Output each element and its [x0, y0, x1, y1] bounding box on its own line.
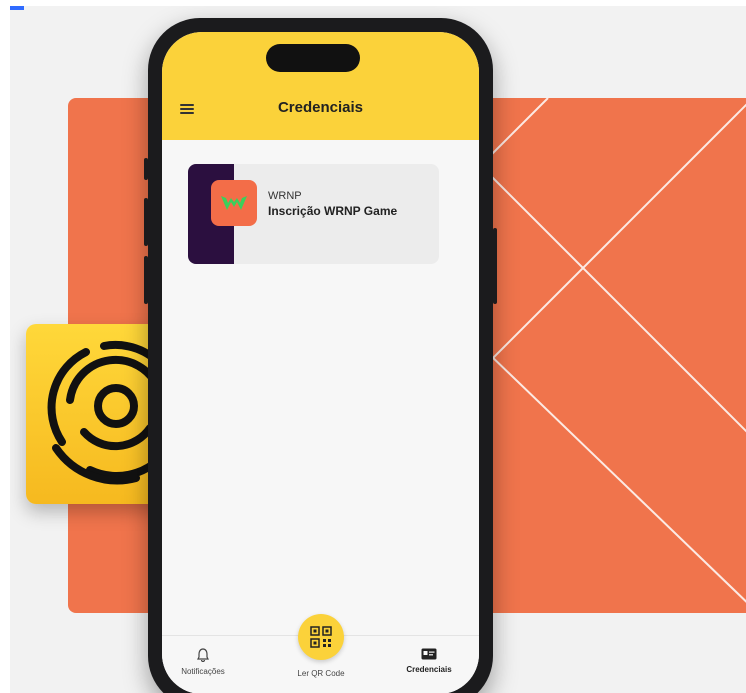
app-header: Credenciais [162, 32, 479, 140]
phone-volume-down [144, 256, 148, 304]
phone-side-button [144, 158, 148, 180]
background-stage: Credenciais WRNP Inscrição WRNP Game Not… [10, 6, 746, 693]
phone-volume-up [144, 198, 148, 246]
id-card-icon [421, 648, 437, 660]
nav-credentials[interactable]: Credenciais [396, 648, 462, 674]
nav-qr-label: Ler QR Code [297, 669, 345, 678]
scan-qr-button[interactable] [298, 614, 344, 660]
phone-screen: Credenciais WRNP Inscrição WRNP Game Not… [162, 32, 479, 693]
credential-card[interactable]: WRNP Inscrição WRNP Game [188, 164, 439, 264]
credential-org: WRNP [268, 190, 302, 202]
bottom-navigation: Notificações Ler QR Code Credenciais [162, 614, 479, 693]
dynamic-island [266, 44, 360, 72]
nav-qr-label-wrap[interactable]: Ler QR Code [280, 666, 362, 678]
qr-code-icon [310, 626, 332, 648]
nav-notifications-label: Notificações [181, 667, 225, 676]
wrnp-logo-icon [211, 180, 257, 226]
credential-name: Inscrição WRNP Game [268, 204, 398, 218]
phone-frame: Credenciais WRNP Inscrição WRNP Game Not… [144, 18, 497, 693]
page-title: Credenciais [277, 99, 364, 116]
nav-credentials-label: Credenciais [406, 665, 452, 674]
nav-notifications[interactable]: Notificações [172, 648, 234, 676]
bell-icon [197, 648, 209, 663]
corner-mark [10, 6, 24, 10]
phone-power-button [493, 228, 497, 304]
